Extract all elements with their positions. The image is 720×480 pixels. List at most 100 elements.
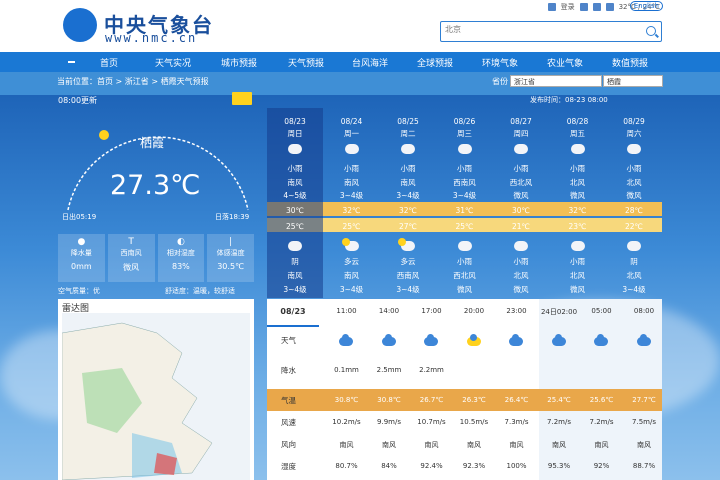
partly-cloudy-icon — [341, 238, 359, 251]
day-wind-level: 3~4级 — [396, 191, 420, 200]
nav-item[interactable]: 天气实况 — [155, 56, 191, 69]
nav-item[interactable]: 全球预报 — [417, 56, 453, 69]
day-wind-direction: 南风 — [287, 178, 303, 187]
hour-time: 17:00 — [421, 307, 442, 315]
high-temp: 32℃ — [399, 206, 417, 215]
province-select[interactable]: 浙江省 — [510, 75, 602, 87]
seven-day-forecast: 08/23 周日 小雨 南风 4~5级 30℃ 25℃ 阴南风 3~4级 08/24 周一 小雨 南风 3… — [267, 108, 662, 298]
weibo-icon[interactable] — [579, 3, 588, 11]
hour-time: 14:00 — [378, 307, 400, 315]
cloud-icon — [570, 144, 585, 154]
hourly-cell: 7.2m/s — [547, 418, 571, 426]
breadcrumb-bar: 当前位置：首页 > 浙江省 > 栖霞天气预报 省份 浙江省 栖霞 — [57, 75, 663, 89]
day-date: 08/24 — [340, 117, 363, 126]
nav-item[interactable]: 天气预报 — [288, 56, 324, 69]
day-wind-level: 3~4级 — [339, 191, 364, 200]
nav-item[interactable]: 环境气象 — [482, 56, 518, 69]
nav-item[interactable]: 数值预报 — [612, 56, 648, 69]
hourly-cell: 26.7℃ — [419, 396, 444, 404]
low-temp: 22℃ — [625, 222, 643, 231]
wechat-icon[interactable] — [592, 3, 601, 11]
forecast-day[interactable]: 08/26 周三 小雨 西南风 3~4级 31℃ 25℃ 小雨 西北风 微风 — [437, 108, 493, 298]
logo-icon[interactable] — [63, 8, 97, 42]
day-date: 08/27 — [510, 117, 532, 126]
cloud-icon — [381, 334, 396, 346]
update-time: 08:00更新 — [58, 96, 98, 105]
publish-time: 发布时间：08-23 08:00 — [530, 96, 608, 104]
day-date: 08/23 — [284, 117, 306, 126]
low-temp: 25℃ — [455, 222, 474, 231]
cloud-icon — [288, 241, 302, 251]
nav-item[interactable]: 台风海洋 — [352, 56, 388, 69]
hourly-cell: 南风 — [424, 441, 439, 449]
hourly-cell: 2.2mm — [419, 366, 444, 374]
hourly-cell: 南风 — [509, 441, 524, 449]
low-temp: 27℃ — [399, 222, 417, 231]
forecast-day[interactable]: 08/29 周六 小雨 北风 微风 28℃ 22℃ 阴北风 3~4级 — [606, 108, 662, 298]
nav-item[interactable]: 首页 — [100, 56, 118, 69]
day-wind-direction: 北风 — [626, 178, 642, 187]
radar-map[interactable] — [62, 313, 250, 480]
high-temp: 28℃ — [625, 206, 643, 215]
night-weather: 小雨 — [457, 257, 472, 266]
hourly-cell: 7.3m/s — [504, 418, 529, 426]
day-week: 周五 — [570, 129, 585, 138]
warning-icon[interactable] — [232, 92, 252, 105]
stat-value: 30.5℃ — [217, 262, 245, 271]
forecast-day[interactable]: 08/24 周一 小雨 南风 3~4级 32℃ 25℃ 多云 南风 3~4级 — [324, 108, 380, 298]
night-weather: 阴 — [630, 257, 638, 266]
nav-item[interactable]: 农业气象 — [547, 56, 583, 69]
city-select[interactable]: 栖霞 — [603, 75, 663, 87]
nav-item[interactable]: 城市预报 — [221, 56, 257, 69]
breadcrumb[interactable]: 当前位置：首页 > 浙江省 > 栖霞天气预报 — [57, 76, 209, 87]
top-bar: 中央气象台 www.nmc.cn 登录 32°C / 24°C English — [0, 0, 720, 52]
hourly-cell: 南风 — [382, 441, 396, 449]
search-input[interactable] — [445, 25, 635, 34]
night-wind-direction: 西北风 — [453, 271, 476, 280]
login-link[interactable]: 登录 — [561, 2, 575, 12]
day-wind-direction: 北风 — [570, 178, 585, 187]
hourly-cell: 7.5m/s — [632, 418, 656, 426]
hourly-cell: 25.6℃ — [589, 396, 614, 404]
forecast-day[interactable]: 08/25 周二 小雨 南风 3~4级 32℃ 27℃ 多云 西南风 3~4级 — [380, 108, 436, 298]
hourly-cell: 25.4℃ — [547, 396, 571, 404]
forecast-day[interactable]: 08/28 周五 小雨 北风 微风 32℃ 23℃ 小雨 北风 微风 — [550, 108, 606, 298]
night-wind-level: 微风 — [513, 285, 529, 294]
forecast-day[interactable]: 08/23 周日 小雨 南风 4~5级 30℃ 25℃ 阴南风 3~4级 — [267, 108, 323, 298]
day-week: 周一 — [344, 129, 359, 138]
hourly-cell: 26.4℃ — [504, 396, 529, 404]
hourly-row-label: 风速 — [281, 418, 296, 427]
menu-icon[interactable] — [68, 61, 75, 63]
hour-time: 24日02:00 — [540, 308, 578, 316]
hourly-cell: 92.4% — [420, 462, 443, 470]
day-wind-direction: 南风 — [400, 178, 416, 187]
night-wind-direction: 北风 — [513, 271, 529, 280]
night-wind-level: 3~4级 — [339, 285, 364, 294]
day-date: 08/28 — [566, 117, 589, 126]
hour-time: 05:00 — [591, 307, 612, 315]
sunrise-time: 日出05:19 — [62, 213, 97, 221]
high-temp: 32℃ — [568, 206, 587, 215]
night-wind-level: 3~4级 — [396, 285, 420, 294]
hour-time: 08:00 — [633, 307, 655, 315]
day-week: 周二 — [400, 129, 416, 138]
search-icon[interactable] — [646, 26, 656, 36]
hourly-cell: 80.7% — [335, 462, 358, 470]
stat-precipitation: ● 降水量 0mm — [58, 234, 105, 282]
stat-label: 西南风 — [120, 249, 142, 257]
day-week: 周四 — [513, 129, 529, 138]
partly-cloudy-icon — [398, 238, 415, 251]
english-link[interactable]: English — [629, 1, 663, 11]
current-stats: ● 降水量 0mm T 西南风 微风 ◐ 相对湿度 83% ❘ 体感温度 30.… — [58, 234, 254, 282]
day-week: 周日 — [287, 129, 303, 138]
low-temp: 25℃ — [342, 222, 361, 231]
night-weather: 多云 — [400, 257, 416, 266]
day-wind-level: 微风 — [513, 191, 529, 200]
user-icon[interactable] — [547, 3, 556, 11]
thermometer-icon: ❘ — [226, 237, 235, 247]
hourly-cell: 0.1mm — [334, 366, 359, 374]
night-weather: 多云 — [344, 257, 359, 266]
forecast-day[interactable]: 08/27 周四 小雨 西北风 微风 30℃ 21℃ 小雨 北风 微风 — [493, 108, 549, 298]
hourly-date[interactable]: 08/23 — [267, 299, 319, 327]
air-quality: 空气质量：优 — [58, 287, 100, 295]
